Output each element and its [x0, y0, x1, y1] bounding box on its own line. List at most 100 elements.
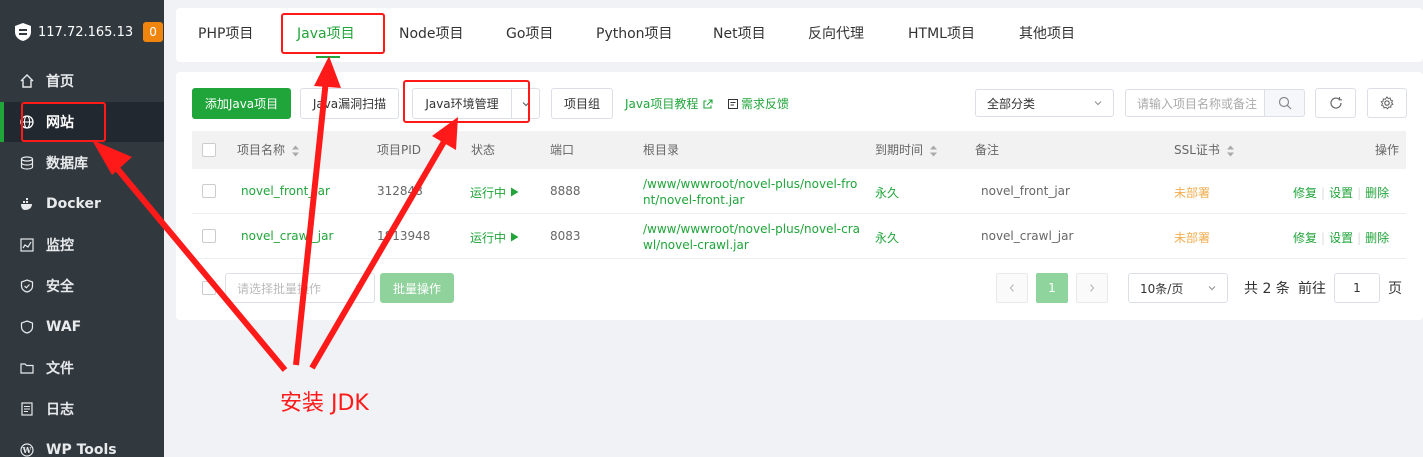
tab-reverse-proxy[interactable]: 反向代理: [808, 8, 864, 62]
root-dir-line: wl/novel-crawl.jar: [643, 238, 749, 252]
add-java-project-button[interactable]: 添加Java项目: [192, 88, 291, 119]
col-header-remark: 备注: [975, 143, 1000, 157]
tab-node[interactable]: Node项目: [399, 8, 464, 62]
server-logo-icon: [15, 23, 31, 41]
total-count: 共 2 条: [1244, 281, 1290, 297]
tab-php[interactable]: PHP项目: [198, 8, 253, 62]
database-icon: [20, 156, 34, 170]
goto-page-input[interactable]: 1: [1334, 273, 1380, 303]
sidebar-item-monitor[interactable]: 监控: [0, 225, 164, 265]
expire-link[interactable]: 永久: [875, 184, 899, 201]
sidebar-item-label: 日志: [46, 402, 74, 418]
notification-badge[interactable]: 0: [143, 22, 164, 42]
remark-text[interactable]: novel_front_jar: [981, 184, 1070, 198]
delete-button[interactable]: 删除: [1365, 231, 1389, 245]
repair-button[interactable]: 修复: [1293, 186, 1317, 200]
col-header-actions: 操作: [1375, 143, 1400, 157]
tab-python[interactable]: Python项目: [596, 8, 673, 62]
tab-html[interactable]: HTML项目: [908, 8, 975, 62]
chevron-down-icon: [1094, 101, 1102, 106]
search-button[interactable]: [1264, 89, 1305, 117]
search-input[interactable]: 请输入项目名称或备注: [1125, 89, 1266, 117]
delete-button[interactable]: 删除: [1365, 186, 1389, 200]
play-icon: [510, 187, 519, 197]
project-pid: 312848: [377, 184, 423, 198]
sidebar-item-label: 文件: [46, 361, 74, 377]
sidebar-item-files[interactable]: 文件: [0, 348, 164, 388]
sidebar-item-label: 安全: [46, 279, 74, 295]
goto-label: 前往: [1298, 281, 1326, 297]
col-header-port: 端口: [550, 143, 575, 157]
chevron-down-icon: [1208, 286, 1216, 291]
settings-button[interactable]: [1367, 88, 1407, 118]
row-checkbox[interactable]: [202, 184, 216, 198]
col-header-root: 根目录: [643, 143, 680, 157]
page-size-value: 10条/页: [1140, 281, 1184, 296]
col-header-ssl[interactable]: SSL证书: [1174, 131, 1235, 169]
sidebar-item-label: Docker: [46, 196, 101, 212]
settings-action-button[interactable]: 设置: [1329, 186, 1353, 200]
col-header-expire[interactable]: 到期时间: [875, 131, 938, 169]
col-header-name[interactable]: 项目名称: [237, 131, 300, 169]
sidebar-item-wp-tools[interactable]: W WP Tools: [0, 430, 164, 457]
page-number-button[interactable]: 1: [1036, 273, 1068, 303]
refresh-icon: [1329, 97, 1342, 109]
page-unit-label: 页: [1388, 281, 1402, 297]
table-row: novel_front_jar 312848 运行中 8888 /www/www…: [192, 169, 1406, 214]
project-name-link[interactable]: novel_front_jar: [241, 184, 330, 198]
sidebar-item-security[interactable]: 安全: [0, 266, 164, 306]
sidebar-item-logs[interactable]: 日志: [0, 389, 164, 429]
col-header-label: 项目名称: [237, 143, 286, 157]
category-select[interactable]: 全部分类: [975, 89, 1114, 117]
repair-button[interactable]: 修复: [1293, 231, 1317, 245]
settings-action-button[interactable]: 设置: [1329, 231, 1353, 245]
status-toggle[interactable]: 运行中: [470, 229, 519, 246]
select-all-checkbox[interactable]: [202, 143, 216, 157]
svg-text:W: W: [22, 445, 33, 455]
chevron-right-icon: [1090, 284, 1095, 292]
sidebar-item-label: 监控: [46, 238, 74, 254]
project-group-button[interactable]: 项目组: [551, 88, 613, 119]
sort-icon: [1226, 145, 1234, 156]
row-checkbox[interactable]: [202, 229, 216, 243]
server-ip: 117.72.165.13: [38, 24, 134, 40]
status-toggle[interactable]: 运行中: [470, 184, 519, 201]
tab-go[interactable]: Go项目: [506, 8, 553, 62]
batch-action-button[interactable]: 批量操作: [380, 273, 454, 303]
row-actions: 修复 | 设置 | 删除: [1293, 231, 1390, 245]
sidebar-item-home[interactable]: 首页: [0, 61, 164, 101]
ssl-status-link[interactable]: 未部署: [1174, 184, 1210, 201]
batch-action-select[interactable]: 请选择批量操作: [225, 273, 375, 303]
page-size-select[interactable]: 10条/页: [1128, 273, 1228, 303]
shield-icon: [20, 279, 34, 293]
ssl-status-link[interactable]: 未部署: [1174, 229, 1210, 246]
sidebar-item-waf[interactable]: WAF: [0, 307, 164, 347]
java-tutorial-link[interactable]: Java项目教程: [625, 95, 714, 112]
project-port: 8083: [550, 229, 581, 243]
project-port: 8888: [550, 184, 581, 198]
root-dir-link[interactable]: /www/wwwroot/novel-plus/novel-cra wl/nove…: [643, 221, 860, 253]
java-vuln-scan-button[interactable]: Java漏洞扫描: [300, 88, 399, 119]
batch-action-placeholder: 请选择批量操作: [237, 281, 322, 296]
refresh-button[interactable]: [1315, 88, 1356, 118]
feedback-link[interactable]: 需求反馈: [727, 95, 789, 112]
col-header-pid: 项目PID: [377, 143, 422, 157]
gear-icon: [1380, 96, 1394, 110]
expire-link[interactable]: 永久: [875, 229, 899, 246]
wordpress-icon: W: [20, 443, 34, 457]
external-link-icon: [703, 98, 713, 109]
tab-net[interactable]: Net项目: [713, 8, 766, 62]
feedback-label: 需求反馈: [741, 97, 790, 111]
sidebar-item-database[interactable]: 数据库: [0, 143, 164, 183]
tab-other[interactable]: 其他项目: [1019, 8, 1075, 62]
next-page-button[interactable]: [1076, 273, 1108, 303]
row-actions: 修复 | 设置 | 删除: [1293, 186, 1390, 200]
sidebar-item-docker[interactable]: Docker: [0, 184, 164, 224]
footer-select-all-checkbox[interactable]: [202, 281, 216, 295]
root-dir-line: /www/wwwroot/novel-plus/novel-cra: [643, 222, 861, 236]
prev-page-button[interactable]: [996, 273, 1028, 303]
project-name-link[interactable]: novel_crawl_jar: [241, 229, 333, 243]
remark-text[interactable]: novel_crawl_jar: [981, 229, 1073, 243]
root-dir-link[interactable]: /www/wwwroot/novel-plus/novel-fro nt/nove…: [643, 176, 857, 208]
goto-page-value: 1: [1353, 281, 1361, 295]
